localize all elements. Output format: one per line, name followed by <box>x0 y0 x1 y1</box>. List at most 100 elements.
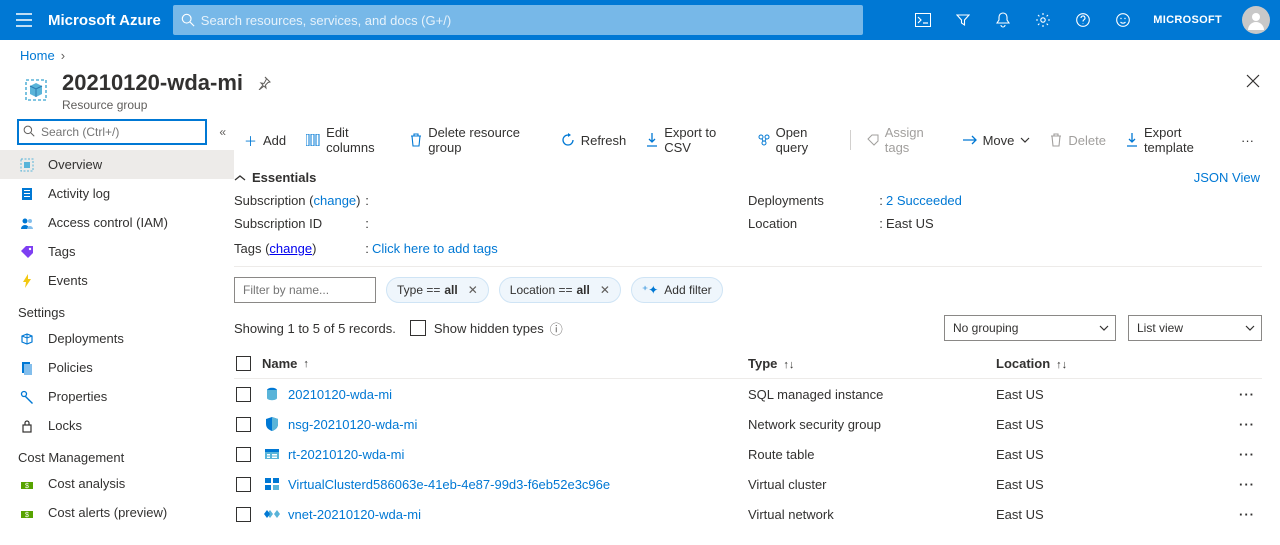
open-query-button[interactable]: Open query <box>746 124 844 156</box>
subscription-key: Subscription <box>234 193 306 208</box>
filter-pill-type[interactable]: Type == all ✕ <box>386 277 489 303</box>
resource-location: East US <box>996 387 1216 402</box>
nav-cost-analysis[interactable]: $ Cost analysis <box>0 469 234 498</box>
subscription-change-link[interactable]: change <box>314 193 357 208</box>
assign-tags-label: Assign tags <box>885 125 943 155</box>
resource-grid: Name↑ Type↑↓ Location↑↓ 20210120-wda-mi S… <box>234 349 1262 529</box>
collapse-menu-button[interactable]: « <box>219 125 226 139</box>
delete-rg-label: Delete resource group <box>428 125 541 155</box>
sort-asc-icon: ↑ <box>303 358 309 370</box>
cloud-shell-button[interactable] <box>903 0 943 40</box>
toolbar-overflow[interactable]: ··· <box>1233 133 1262 148</box>
tags-key: Tags <box>234 241 261 256</box>
resource-link[interactable]: rt-20210120-wda-mi <box>288 447 404 462</box>
show-hidden-info[interactable]: ⓘ <box>550 319 563 338</box>
delete-button[interactable]: Delete <box>1040 124 1116 156</box>
resource-type: Virtual cluster <box>748 477 996 492</box>
filter-pill-location[interactable]: Location == all ✕ <box>499 277 621 303</box>
nav-properties[interactable]: Properties <box>0 382 234 411</box>
deployments-link[interactable]: 2 Succeeded <box>886 193 962 208</box>
view-dropdown[interactable]: List view <box>1128 315 1262 341</box>
filter-loc-clear[interactable]: ✕ <box>600 283 610 297</box>
resource-location: East US <box>996 477 1216 492</box>
delete-rg-button[interactable]: Delete resource group <box>400 124 551 156</box>
resource-menu-search[interactable] <box>18 120 206 144</box>
resource-link[interactable]: nsg-20210120-wda-mi <box>288 417 417 432</box>
select-all-checkbox[interactable] <box>236 356 251 371</box>
cloud-shell-icon <box>915 13 931 27</box>
global-search[interactable] <box>173 5 863 35</box>
row-context-menu[interactable]: ··· <box>1232 477 1262 492</box>
filter-type-clear[interactable]: ✕ <box>468 283 478 297</box>
refresh-button[interactable]: Refresh <box>551 124 637 156</box>
nav-policies[interactable]: Policies <box>0 353 234 382</box>
nav-tags[interactable]: Tags <box>0 237 234 266</box>
move-button[interactable]: Move <box>953 124 1041 156</box>
export-template-button[interactable]: Export template <box>1116 124 1233 156</box>
bell-icon <box>996 12 1010 28</box>
global-search-input[interactable] <box>201 13 855 28</box>
edit-columns-button[interactable]: Edit columns <box>296 124 400 156</box>
json-view-link[interactable]: JSON View <box>1194 170 1260 185</box>
row-checkbox[interactable] <box>236 387 251 402</box>
chevron-right-icon: › <box>61 48 65 63</box>
grouping-dropdown[interactable]: No grouping <box>944 315 1116 341</box>
row-context-menu[interactable]: ··· <box>1232 507 1262 522</box>
tags-change-link[interactable]: change <box>269 241 312 256</box>
filter-icon <box>956 13 970 27</box>
deployments-key: Deployments <box>748 193 876 208</box>
svg-text:$: $ <box>25 512 29 519</box>
add-filter-button[interactable]: ⁺✦ Add filter <box>631 277 723 303</box>
row-context-menu[interactable]: ··· <box>1232 447 1262 462</box>
row-context-menu[interactable]: ··· <box>1232 417 1262 432</box>
add-button[interactable]: ＋Add <box>234 124 296 156</box>
pin-button[interactable] <box>257 76 271 90</box>
row-context-menu[interactable]: ··· <box>1232 387 1262 402</box>
cost-analysis-icon: $ <box>20 477 38 491</box>
resource-type: SQL managed instance <box>748 387 996 402</box>
nav-activity-log[interactable]: Activity log <box>0 179 234 208</box>
feedback-button[interactable] <box>1103 0 1143 40</box>
move-label: Move <box>983 133 1015 148</box>
hamburger-menu[interactable] <box>0 13 48 27</box>
account-avatar[interactable] <box>1242 6 1270 34</box>
cost-alerts-icon: $ <box>20 506 38 520</box>
row-checkbox[interactable] <box>236 507 251 522</box>
page-header: 20210120-wda-mi Resource group <box>0 70 1280 120</box>
resource-location: East US <box>996 417 1216 432</box>
row-checkbox[interactable] <box>236 417 251 432</box>
chevron-down-icon <box>1020 137 1030 143</box>
brand-label[interactable]: Microsoft Azure <box>48 12 173 29</box>
tags-add-link[interactable]: Click here to add tags <box>372 241 498 256</box>
nav-cost-alerts[interactable]: $ Cost alerts (preview) <box>0 498 234 527</box>
refresh-icon <box>561 133 575 147</box>
filter-name-input[interactable] <box>234 277 376 303</box>
nav-events[interactable]: Events <box>0 266 234 295</box>
nav-deployments[interactable]: Deployments <box>0 324 234 353</box>
resource-link[interactable]: VirtualClusterd586063e-41eb-4e87-99d3-f6… <box>288 477 610 492</box>
col-type-header[interactable]: Type↑↓ <box>748 356 996 371</box>
col-name-header[interactable]: Name↑ <box>262 356 748 371</box>
export-csv-button[interactable]: Export to CSV <box>636 124 745 156</box>
breadcrumb-home[interactable]: Home <box>20 48 55 63</box>
show-hidden-checkbox[interactable] <box>410 320 426 336</box>
notifications-button[interactable] <box>983 0 1023 40</box>
resource-link[interactable]: vnet-20210120-wda-mi <box>288 507 421 522</box>
essentials-toggle[interactable] <box>234 174 246 182</box>
resource-link[interactable]: 20210120-wda-mi <box>288 387 392 402</box>
nav-iam[interactable]: Access control (IAM) <box>0 208 234 237</box>
col-location-header[interactable]: Location↑↓ <box>996 356 1216 371</box>
resource-type: Virtual network <box>748 507 996 522</box>
row-checkbox[interactable] <box>236 447 251 462</box>
nav-locks[interactable]: Locks <box>0 411 234 440</box>
assign-tags-button[interactable]: Assign tags <box>857 124 953 156</box>
close-blade-button[interactable] <box>1246 74 1260 88</box>
directories-button[interactable] <box>943 0 983 40</box>
row-checkbox[interactable] <box>236 477 251 492</box>
settings-button[interactable] <box>1023 0 1063 40</box>
people-icon <box>20 216 38 230</box>
show-hidden-label: Show hidden types <box>434 321 544 336</box>
help-button[interactable] <box>1063 0 1103 40</box>
nav-overview[interactable]: Overview <box>0 150 234 179</box>
resource-group-icon <box>20 158 38 172</box>
